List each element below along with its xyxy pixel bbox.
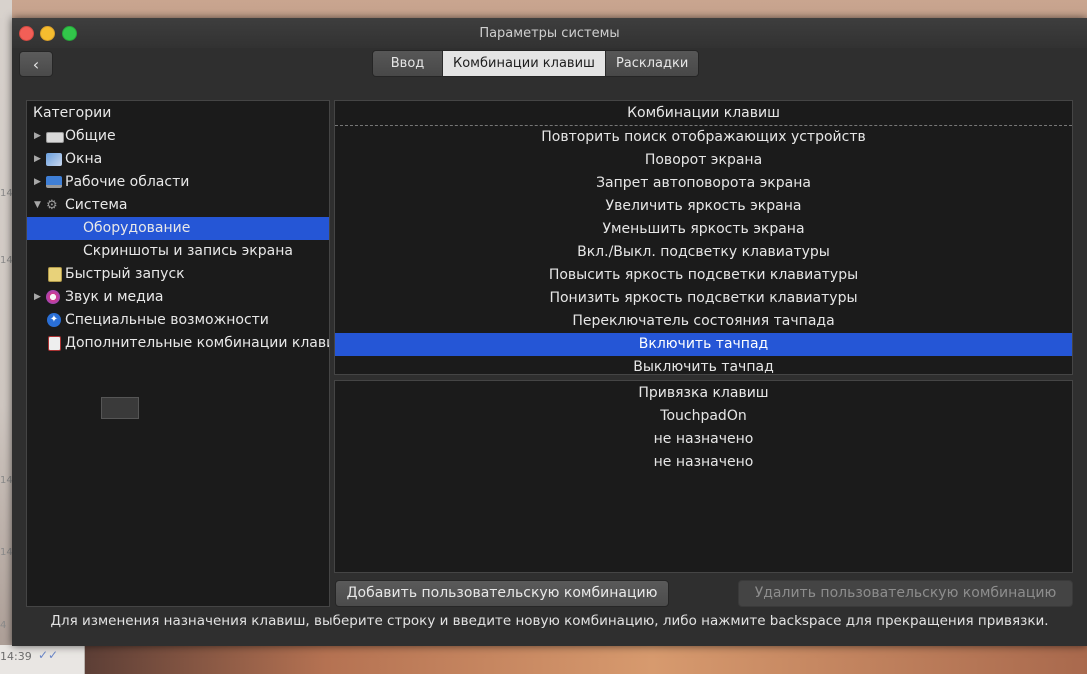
shortcut-row[interactable]: Переключатель состояния тачпада [335, 310, 1072, 333]
category-accessibility[interactable]: ✦ Специальные возможности [27, 309, 329, 332]
background-text-fragment: 4 [0, 620, 7, 631]
binding-row[interactable]: TouchpadOn [335, 405, 1072, 428]
shortcut-row[interactable]: Выключить тачпад [335, 356, 1072, 374]
background-text-fragment: 14 [0, 475, 13, 486]
category-label: Специальные возможности [65, 312, 269, 328]
category-system[interactable]: ▼ ⚙ Система [27, 194, 329, 217]
category-custom-shortcuts[interactable]: Дополнительные комбинации клави [27, 332, 329, 355]
background-text-fragment: 14 [0, 547, 13, 558]
remove-custom-shortcut-button[interactable]: Удалить пользовательскую комбинацию [738, 580, 1073, 607]
background-time: 14:39 [0, 650, 32, 663]
binding-row[interactable]: не назначено [335, 428, 1072, 451]
expand-arrow-icon[interactable]: ▶ [34, 148, 41, 171]
chevron-left-icon: ‹ [32, 54, 40, 74]
background-text-fragment: 14 [0, 255, 13, 266]
category-label: Быстрый запуск [65, 266, 185, 282]
categories-list: Категории ▶ Общие ▶ Окна ▶ Рабочие облас… [26, 100, 330, 607]
desktop-wallpaper [0, 646, 1087, 674]
add-custom-shortcut-button[interactable]: Добавить пользовательскую комбинацию [335, 580, 669, 607]
category-sound-media[interactable]: ▶ Звук и медиа [27, 286, 329, 309]
category-label: Дополнительные комбинации клави [65, 335, 329, 351]
windows-icon [46, 153, 62, 166]
shortcut-row[interactable]: Запрет автоповорота экрана [335, 172, 1072, 195]
double-check-icon: ✓✓ [38, 648, 59, 662]
binding-row[interactable]: не назначено [335, 451, 1072, 474]
expand-arrow-icon[interactable]: ▶ [34, 286, 41, 309]
accessibility-icon: ✦ [47, 313, 61, 327]
category-workspaces[interactable]: ▶ Рабочие области [27, 171, 329, 194]
gears-icon: ⚙ [46, 198, 58, 213]
title-bar: Параметры системы [12, 18, 1087, 48]
categories-header: Категории [27, 101, 329, 125]
category-screenshots[interactable]: Скриншоты и запись экрана [27, 240, 329, 263]
tab-shortcuts[interactable]: Комбинации клавиш [443, 51, 606, 76]
category-label: Система [65, 197, 128, 213]
pencil-note-icon [48, 267, 62, 282]
shortcuts-header: Комбинации клавиш [335, 101, 1072, 126]
help-hint: Для изменения назначения клавиш, выберит… [50, 613, 1049, 629]
shortcut-row[interactable]: Увеличить яркость экрана [335, 195, 1072, 218]
binding-header: Привязка клавиш [638, 385, 769, 401]
category-label: Рабочие области [65, 174, 190, 190]
category-label: Звук и медиа [65, 289, 164, 305]
category-hardware[interactable]: Оборудование [27, 217, 329, 240]
shortcut-row[interactable]: Повысить яркость подсветки клавиатуры [335, 264, 1072, 287]
shortcut-row[interactable]: Поворот экрана [335, 149, 1072, 172]
back-button[interactable]: ‹ [19, 51, 53, 77]
custom-shortcut-icon [48, 336, 61, 351]
category-label: Скриншоты и запись экрана [83, 243, 293, 259]
collapse-arrow-icon[interactable]: ▼ [34, 194, 41, 217]
window-thumbnail [101, 397, 139, 419]
category-label: Оборудование [83, 220, 191, 236]
tab-bar: Ввод Комбинации клавиш Раскладки [372, 50, 700, 77]
keyboard-icon [46, 132, 64, 143]
category-windows[interactable]: ▶ Окна [27, 148, 329, 171]
shortcut-row-selected[interactable]: Включить тачпад [335, 333, 1072, 356]
expand-arrow-icon[interactable]: ▶ [34, 125, 41, 148]
shortcuts-list: Комбинации клавиш Повторить поиск отобра… [334, 100, 1073, 375]
category-label: Окна [65, 151, 103, 167]
category-launchers[interactable]: Быстрый запуск [27, 263, 329, 286]
key-binding-list: Привязка клавиш TouchpadOn не назначено … [334, 380, 1073, 573]
shortcut-row[interactable]: Уменьшить яркость экрана [335, 218, 1072, 241]
category-general[interactable]: ▶ Общие [27, 125, 329, 148]
tab-layouts[interactable]: Раскладки [605, 51, 699, 76]
background-window-edge [0, 0, 12, 674]
window-title: Параметры системы [479, 26, 620, 41]
category-label: Общие [65, 128, 116, 144]
expand-arrow-icon[interactable]: ▶ [34, 171, 41, 194]
shortcut-row[interactable]: Понизить яркость подсветки клавиатуры [335, 287, 1072, 310]
background-text-fragment: 14 [0, 188, 13, 199]
shortcut-row[interactable]: Повторить поиск отображающих устройств [335, 126, 1072, 149]
settings-window: Параметры системы ‹ Ввод Комбинации клав… [12, 18, 1087, 646]
tab-input[interactable]: Ввод [373, 51, 443, 76]
shortcut-row[interactable]: Вкл./Выкл. подсветку клавиатуры [335, 241, 1072, 264]
music-icon [46, 290, 60, 304]
monitor-icon [46, 176, 62, 188]
